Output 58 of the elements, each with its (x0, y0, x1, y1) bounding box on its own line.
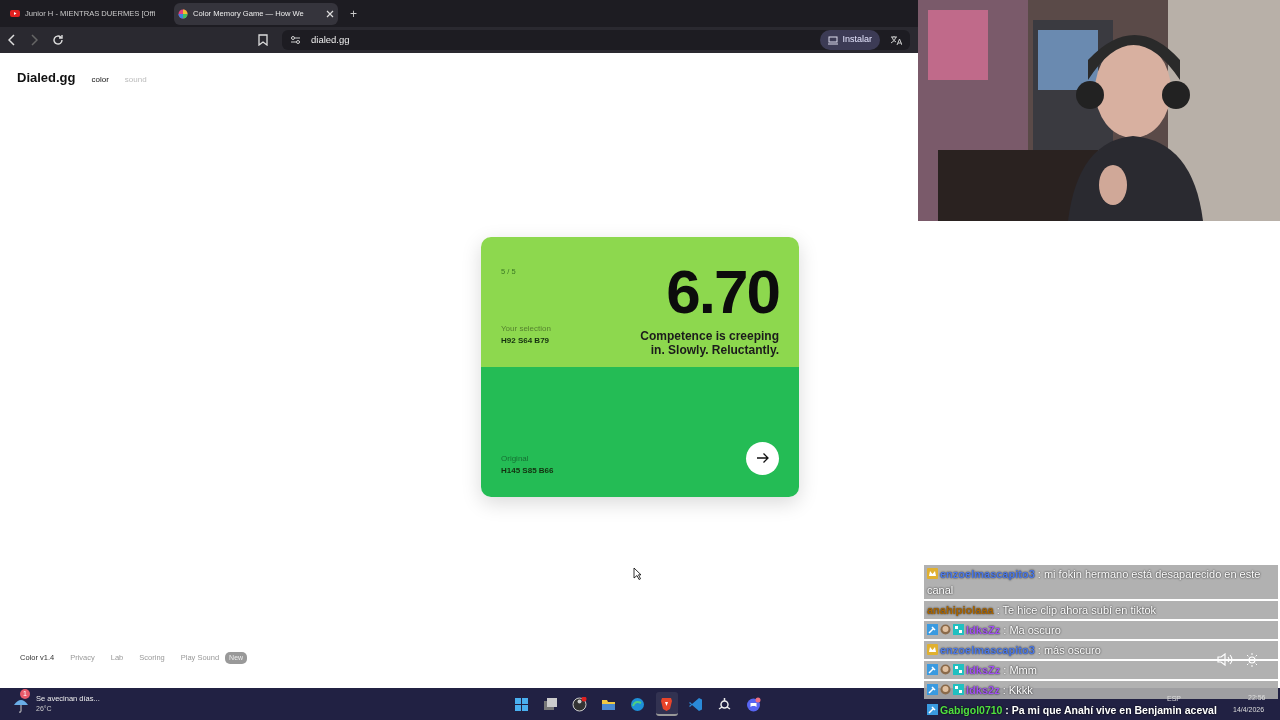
next-button[interactable] (746, 441, 779, 475)
close-icon[interactable] (326, 9, 334, 18)
chat-username[interactable]: enzoelmascapito3 (940, 644, 1035, 656)
avatar-badge-icon (940, 664, 951, 675)
browser-icon[interactable] (630, 696, 646, 712)
translate-icon[interactable] (890, 34, 902, 46)
chat-username[interactable]: anahipiolaaa (927, 604, 994, 616)
nav-link[interactable]: color (91, 74, 109, 86)
grid-badge-icon (953, 624, 964, 635)
grid-badge-icon (953, 684, 964, 695)
chat-app-icon[interactable] (746, 696, 762, 712)
color-wheel-icon (178, 8, 188, 19)
laptop-icon (828, 35, 839, 45)
swatch-value: H145 S85 B66 (501, 464, 555, 477)
reload-icon[interactable] (52, 34, 64, 46)
new-tab-button[interactable]: + (350, 4, 357, 23)
chat-username[interactable]: Gabigol0710 (940, 704, 1003, 716)
grid-badge-icon (953, 664, 964, 675)
chat-message: ldksZz : Ma oscuro (924, 621, 1278, 639)
tool-badge-icon (927, 684, 938, 695)
chat-username[interactable]: ldksZz (966, 664, 1001, 676)
site-settings-icon[interactable] (290, 35, 301, 45)
crown-badge-icon (927, 644, 938, 655)
url-text: dialed.gg (311, 32, 350, 47)
chat-message: Gabigol0710 : Pa mi que Anahí vive en Benjamin aceval (924, 701, 1220, 719)
chat-message: ldksZz : Mmm (924, 661, 1278, 679)
tool-badge-icon (927, 624, 938, 635)
forward-icon[interactable] (30, 34, 38, 46)
back-icon[interactable] (8, 34, 16, 46)
chat-username[interactable]: ldks2z (966, 684, 1000, 696)
avatar-badge-icon (940, 684, 951, 695)
gear-icon[interactable] (717, 696, 733, 712)
chat-message: enzoelmascapito3 : mi fokin hermano está desaparecido en este canal (924, 565, 1278, 599)
tool-badge-icon (927, 664, 938, 675)
video-site-icon (10, 8, 20, 19)
crown-badge-icon (927, 568, 938, 579)
chat-username[interactable]: ldksZz (966, 624, 1001, 636)
address-bar[interactable]: dialed.gg Instalar (282, 30, 910, 50)
swatch-label: Original (501, 452, 530, 465)
chat-message: anahipiolaaa : Te hice clip ahora subí en tiktok (924, 601, 1278, 619)
cursor-icon (633, 567, 642, 580)
chat-message: enzoelmascapito3 : más oscuro (924, 641, 1278, 659)
swatch-value: H92 S64 B79 (501, 334, 551, 347)
chat-username[interactable]: enzoelmascapito3 (940, 568, 1035, 580)
lion-shield-icon[interactable] (659, 695, 675, 711)
task-view-icon[interactable] (543, 696, 559, 712)
arrow-icon (756, 452, 769, 464)
swatch-label: Your selection (501, 322, 552, 335)
install-button[interactable]: Instalar (820, 30, 880, 50)
score-value: 6.70 (666, 260, 779, 323)
code-editor-icon[interactable] (688, 696, 704, 712)
windows-start-icon[interactable] (514, 696, 530, 712)
tool-badge-icon (927, 704, 938, 715)
bookmark-icon[interactable] (258, 34, 268, 46)
avatar-badge-icon (940, 624, 951, 635)
site-logo[interactable]: Dialed.gg (17, 68, 76, 88)
recorder-icon[interactable] (572, 696, 588, 712)
score-message: Competence is creeping in. Slowly. Reluctantly. (639, 328, 779, 358)
